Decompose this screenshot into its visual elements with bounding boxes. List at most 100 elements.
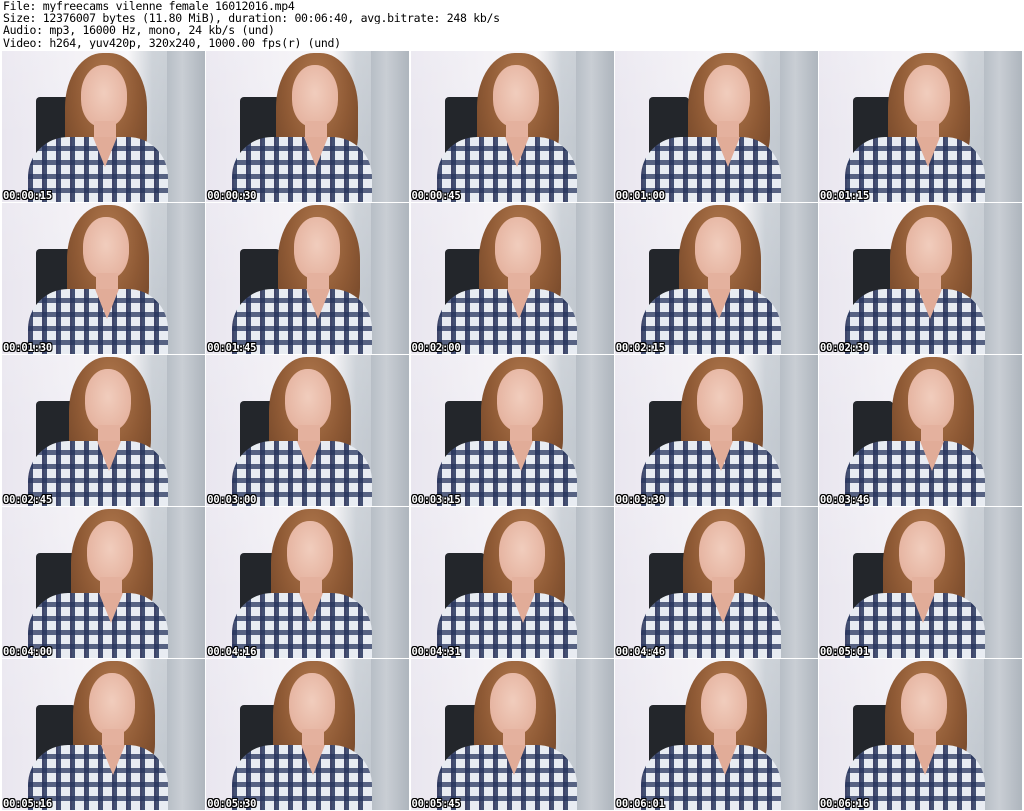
shirt-collar-shape	[508, 441, 533, 471]
background-door	[575, 659, 614, 810]
shirt-collar-shape	[297, 441, 322, 471]
thumbnail-timestamp: 00:03:46	[820, 494, 869, 506]
person-face-shape	[700, 673, 747, 735]
background-door	[167, 203, 205, 354]
shirt-collar-shape	[710, 593, 735, 623]
thumbnail-timestamp: 00:04:46	[615, 646, 665, 658]
video-thumbnail: 00:04:00	[2, 507, 205, 658]
person-face-shape	[292, 65, 339, 127]
shirt-collar-shape	[916, 137, 940, 167]
thumbnail-timestamp: 00:02:30	[820, 342, 869, 354]
video-thumbnail: 00:02:15	[614, 203, 818, 354]
shirt-collar-shape	[510, 593, 535, 623]
shirt-collar-shape	[304, 137, 329, 167]
video-thumbnail: 00:00:45	[410, 51, 614, 202]
person-face-shape	[908, 369, 954, 431]
background-door	[984, 659, 1022, 810]
person-face-shape	[498, 521, 545, 583]
background-door	[167, 507, 205, 658]
shirt-collar-shape	[95, 289, 119, 319]
thumbnail-timestamp: 00:02:45	[3, 494, 52, 506]
thumbnail-timestamp: 00:01:45	[207, 342, 257, 354]
shirt-collar-shape	[712, 745, 737, 775]
background-door	[575, 355, 614, 506]
video-thumbnail: 00:05:16	[2, 659, 205, 810]
person-face-shape	[899, 521, 945, 583]
shirt-collar-shape	[504, 137, 529, 167]
background-door	[779, 659, 818, 810]
shirt-collar-shape	[301, 745, 326, 775]
thumbnail-timestamp: 00:03:15	[411, 494, 461, 506]
person-face-shape	[85, 369, 131, 431]
thumbnail-timestamp: 00:05:16	[3, 798, 52, 810]
video-thumbnail: 00:06:16	[819, 659, 1022, 810]
video-thumbnail: 00:01:30	[2, 203, 205, 354]
shirt-collar-shape	[913, 745, 937, 775]
shirt-collar-shape	[911, 593, 935, 623]
shirt-collar-shape	[93, 137, 117, 167]
video-thumbnail: 00:05:45	[410, 659, 614, 810]
video-thumbnail: 00:03:00	[206, 355, 410, 506]
thumbnail-timestamp: 00:05:01	[820, 646, 869, 658]
thumbnail-timestamp: 00:03:30	[615, 494, 665, 506]
shirt-collar-shape	[99, 593, 123, 623]
video-thumbnail: 00:02:00	[410, 203, 614, 354]
video-thumbnail: 00:04:46	[614, 507, 818, 658]
video-thumbnail: 00:04:31	[410, 507, 614, 658]
background-door	[575, 51, 614, 202]
background-door	[779, 507, 818, 658]
person-face-shape	[694, 217, 741, 279]
shirt-collar-shape	[918, 289, 942, 319]
background-door	[371, 659, 410, 810]
file-size-line: Size: 12376007 bytes (11.80 MiB), durati…	[3, 12, 500, 25]
thumbnail-timestamp: 00:05:45	[411, 798, 461, 810]
shirt-collar-shape	[708, 441, 733, 471]
background-door	[167, 659, 205, 810]
thumbnail-timestamp: 00:02:00	[411, 342, 461, 354]
person-face-shape	[494, 217, 541, 279]
thumbnail-timestamp: 00:00:30	[207, 190, 257, 202]
person-face-shape	[496, 369, 543, 431]
thumbnail-timestamp: 00:03:00	[207, 494, 257, 506]
video-thumbnail: 00:00:15	[2, 51, 205, 202]
video-thumbnail: 00:01:15	[819, 51, 1022, 202]
video-thumbnail: 00:03:15	[410, 355, 614, 506]
person-face-shape	[904, 65, 950, 127]
person-face-shape	[901, 673, 947, 735]
video-thumbnail: 00:01:45	[206, 203, 410, 354]
thumbnail-timestamp: 00:04:31	[411, 646, 461, 658]
background-door	[984, 51, 1022, 202]
thumbnail-timestamp: 00:06:16	[820, 798, 869, 810]
background-door	[371, 51, 410, 202]
thumbnail-timestamp: 00:01:30	[3, 342, 52, 354]
person-face-shape	[696, 369, 743, 431]
background-door	[575, 203, 614, 354]
shirt-collar-shape	[506, 289, 531, 319]
person-face-shape	[906, 217, 952, 279]
video-thumbnail: 00:03:30	[614, 355, 818, 506]
background-door	[779, 203, 818, 354]
shirt-collar-shape	[920, 441, 944, 471]
background-door	[371, 507, 410, 658]
person-face-shape	[87, 521, 133, 583]
shirt-collar-shape	[501, 745, 526, 775]
person-face-shape	[83, 217, 129, 279]
background-door	[371, 203, 410, 354]
person-face-shape	[285, 369, 332, 431]
video-thumbnail: 00:06:01	[614, 659, 818, 810]
video-thumbnail: 00:01:00	[614, 51, 818, 202]
background-door	[984, 203, 1022, 354]
background-door	[779, 355, 818, 506]
background-door	[371, 355, 410, 506]
thumbnail-timestamp: 00:00:45	[411, 190, 461, 202]
person-face-shape	[89, 673, 135, 735]
shirt-collar-shape	[306, 289, 331, 319]
video-thumbnail: 00:05:01	[819, 507, 1022, 658]
shirt-collar-shape	[97, 441, 121, 471]
background-door	[575, 507, 614, 658]
thumbnail-timestamp: 00:01:15	[820, 190, 869, 202]
video-thumbnail: 00:02:45	[2, 355, 205, 506]
person-face-shape	[698, 521, 745, 583]
shirt-collar-shape	[715, 137, 740, 167]
background-door	[167, 355, 205, 506]
